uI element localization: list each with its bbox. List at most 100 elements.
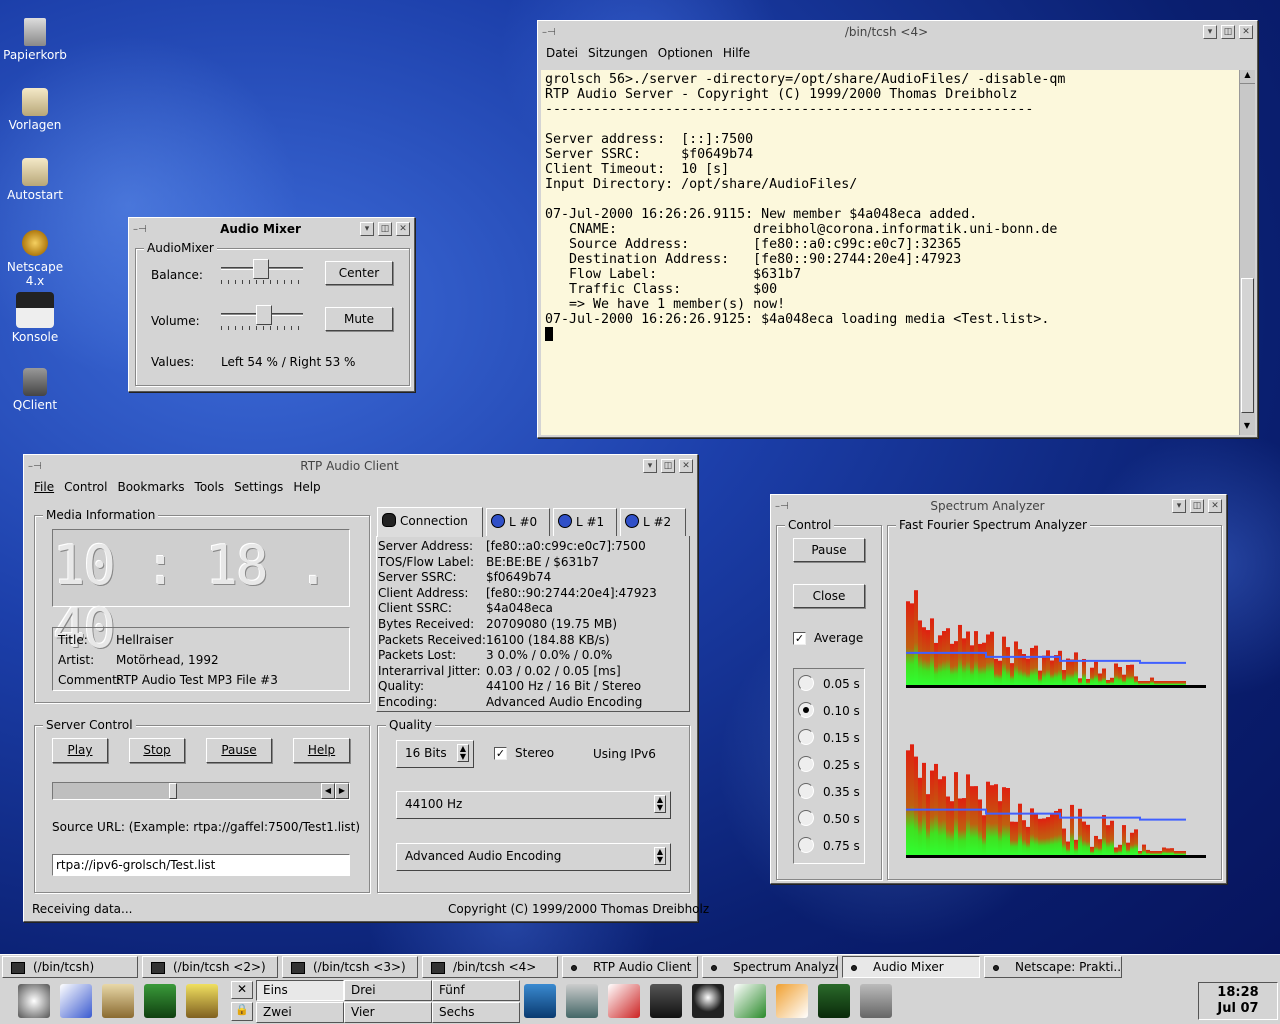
desktop-pager-button[interactable]: Vier xyxy=(344,1002,432,1023)
desktop-pager-button[interactable]: Drei xyxy=(344,980,432,1001)
mixer-titlebar[interactable]: –⊣ Audio Mixer ▾ ◫ ✕ xyxy=(129,218,414,240)
close-icon[interactable]: ✕ xyxy=(1208,499,1222,513)
interval-radio[interactable] xyxy=(798,756,814,772)
minimize-icon[interactable]: ▾ xyxy=(1203,25,1217,39)
logout-icon[interactable]: ✕ xyxy=(231,981,253,999)
audio-mixer-window[interactable]: –⊣ Audio Mixer ▾ ◫ ✕ AudioMixer Balance: C… xyxy=(128,217,415,392)
client-titlebar[interactable]: –⊣ RTP Audio Client ▾ ◫ ✕ xyxy=(24,455,697,477)
desktop-pager-button[interactable]: Sechs xyxy=(432,1002,520,1023)
maximize-icon[interactable]: ◫ xyxy=(1221,25,1235,39)
minimize-icon[interactable]: ▾ xyxy=(643,459,657,473)
center-button[interactable]: Center xyxy=(325,261,393,285)
desktop-icon-konsole[interactable]: Konsole xyxy=(0,292,70,344)
help-button[interactable]: Help xyxy=(293,738,350,763)
stop-button[interactable]: Stop xyxy=(129,738,185,763)
window-list-icon[interactable] xyxy=(60,984,92,1018)
menu-hilfe[interactable]: Hilfe xyxy=(723,46,750,60)
pin-icon[interactable]: –⊣ xyxy=(775,501,803,512)
menu-settings[interactable]: Settings xyxy=(234,480,283,494)
pin-icon[interactable]: –⊣ xyxy=(133,224,161,235)
scrollbar-thumb[interactable] xyxy=(1241,278,1254,413)
network-icon[interactable] xyxy=(860,984,892,1018)
terminal-output[interactable]: grolsch 56>./server -directory=/opt/shar… xyxy=(541,70,1239,435)
interval-radio[interactable] xyxy=(798,729,814,745)
stereo-checkbox[interactable]: ✓ xyxy=(494,747,507,760)
media-player-icon[interactable] xyxy=(818,984,850,1018)
seek-back-icon[interactable]: ◀ xyxy=(321,783,335,799)
minimize-icon[interactable]: ▾ xyxy=(360,222,374,236)
play-button[interactable]: Play xyxy=(52,738,108,763)
spectrum-titlebar[interactable]: –⊣ Spectrum Analyzer ▾ ◫ ✕ xyxy=(771,495,1226,517)
url-input[interactable]: rtpa://ipv6-grolsch/Test.list xyxy=(52,854,350,876)
menu-file[interactable]: File xyxy=(34,480,54,494)
scroll-up-icon[interactable]: ▲ xyxy=(1240,70,1255,84)
kdict-icon[interactable] xyxy=(524,984,556,1018)
k-menu-icon[interactable] xyxy=(18,984,50,1018)
task-button[interactable]: RTP Audio Client xyxy=(562,956,698,978)
desktop-icon-trash[interactable]: Papierkorb xyxy=(0,18,70,62)
interval-radio[interactable] xyxy=(798,675,814,691)
maximize-icon[interactable]: ◫ xyxy=(1190,499,1204,513)
desktop-icon-vorlagen[interactable]: Vorlagen xyxy=(0,88,70,132)
menu-datei[interactable]: Datei xyxy=(546,46,578,60)
interval-radio[interactable] xyxy=(798,810,814,826)
minimize-icon[interactable]: ▾ xyxy=(1172,499,1186,513)
desktop-pager-button[interactable]: Fünf xyxy=(432,980,520,1001)
balance-knob[interactable] xyxy=(253,259,269,279)
task-button[interactable]: (/bin/tcsh) xyxy=(2,956,138,978)
pause-button[interactable]: Pause xyxy=(206,738,272,763)
control-center-icon[interactable] xyxy=(144,984,176,1018)
help-book-icon[interactable] xyxy=(186,984,218,1018)
task-button[interactable]: (/bin/tcsh <3>) xyxy=(282,956,418,978)
paint-icon[interactable] xyxy=(608,984,640,1018)
encoding-select[interactable]: Advanced Audio Encoding ▲ ▼ xyxy=(396,843,671,871)
seek-forward-icon[interactable]: ▶ xyxy=(335,783,349,799)
bits-select[interactable]: 16 Bits ▲ ▼ xyxy=(396,740,474,768)
task-button[interactable]: Netscape: Prakti... xyxy=(984,956,1122,978)
desktop-pager-button[interactable]: Eins xyxy=(256,980,344,1001)
task-button[interactable]: /bin/tcsh <4> xyxy=(422,956,558,978)
menu-optionen[interactable]: Optionen xyxy=(658,46,713,60)
spectrum-pause-button[interactable]: Pause xyxy=(793,538,865,562)
tux-icon[interactable] xyxy=(692,984,724,1018)
mail-icon[interactable] xyxy=(776,984,808,1018)
task-button[interactable]: (/bin/tcsh <2>) xyxy=(142,956,278,978)
volume-knob[interactable] xyxy=(256,305,272,325)
pin-icon[interactable]: –⊣ xyxy=(542,27,570,38)
average-checkbox[interactable]: ✓ xyxy=(793,632,806,645)
task-button[interactable]: Audio Mixer xyxy=(842,956,980,978)
close-icon[interactable]: ✕ xyxy=(679,459,693,473)
task-button[interactable]: Spectrum Analyzer xyxy=(702,956,838,978)
menu-bookmarks[interactable]: Bookmarks xyxy=(117,480,184,494)
menu-tools[interactable]: Tools xyxy=(195,480,225,494)
desktop-pager-button[interactable]: Zwei xyxy=(256,1002,344,1023)
desktop-icon-netscape[interactable]: Netscape 4.x xyxy=(0,228,70,288)
interval-radio[interactable] xyxy=(798,702,814,718)
tab-l2[interactable]: L #2 xyxy=(620,508,686,536)
clock[interactable]: 18:28 Jul 07 xyxy=(1198,982,1278,1020)
home-icon[interactable] xyxy=(102,984,134,1018)
maximize-icon[interactable]: ◫ xyxy=(661,459,675,473)
calculator-icon[interactable] xyxy=(566,984,598,1018)
interval-radio[interactable] xyxy=(798,837,814,853)
menu-help[interactable]: Help xyxy=(293,480,320,494)
mute-button[interactable]: Mute xyxy=(325,307,393,331)
tab-l0[interactable]: L #0 xyxy=(486,508,550,536)
terminal-window[interactable]: –⊣ /bin/tcsh <4> ▾ ◫ ✕ Datei Sitzungen Opt… xyxy=(537,20,1258,438)
maximize-icon[interactable]: ◫ xyxy=(378,222,392,236)
tab-l1[interactable]: L #1 xyxy=(553,508,617,536)
close-icon[interactable]: ✕ xyxy=(396,222,410,236)
rate-select[interactable]: 44100 Hz ▲ ▼ xyxy=(396,791,671,819)
monitor-icon[interactable] xyxy=(650,984,682,1018)
menu-control[interactable]: Control xyxy=(64,480,107,494)
scroll-down-icon[interactable]: ▼ xyxy=(1240,421,1254,435)
pin-icon[interactable]: –⊣ xyxy=(28,461,56,472)
spectrum-close-button[interactable]: Close xyxy=(793,584,865,608)
close-icon[interactable]: ✕ xyxy=(1239,25,1253,39)
terminal-scrollbar[interactable]: ▲ ▼ xyxy=(1239,70,1255,435)
menu-sitzungen[interactable]: Sitzungen xyxy=(588,46,648,60)
tab-connection[interactable]: Connection xyxy=(377,507,483,537)
editor-icon[interactable] xyxy=(734,984,766,1018)
position-slider[interactable]: ◀ ▶ xyxy=(52,782,350,800)
lock-icon[interactable]: 🔒 xyxy=(231,1002,253,1021)
